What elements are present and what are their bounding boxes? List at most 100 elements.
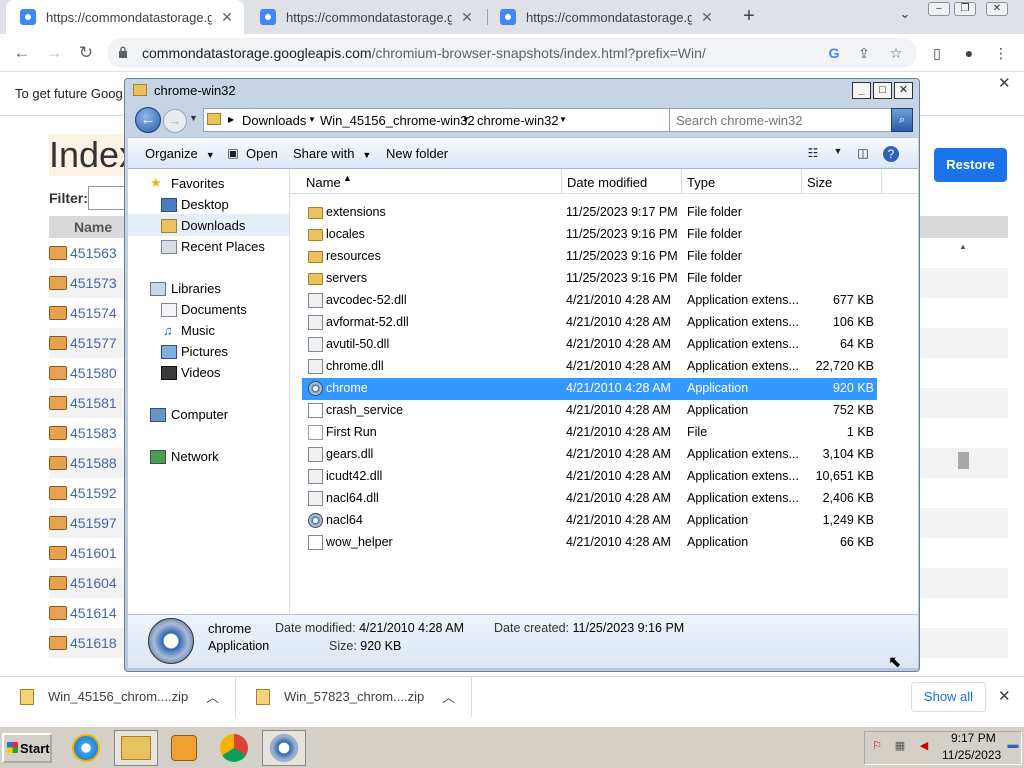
organize-menu[interactable]: Organize ▼ [145, 146, 215, 161]
back-arrow-icon[interactable]: ← [135, 107, 161, 133]
search-box[interactable]: ⌕ [669, 108, 913, 132]
file-row[interactable]: avutil-50.dll 4/21/2010 4:28 AM Applicatio… [302, 334, 877, 356]
chevron-down-icon[interactable]: ▼ [559, 115, 567, 124]
open-button[interactable]: Open [246, 146, 278, 161]
media-player-icon[interactable] [162, 730, 206, 766]
preview-pane-icon[interactable]: ◫ [855, 146, 871, 160]
tab-1[interactable]: https://commondatastorage.goo ✕ [6, 0, 244, 34]
restore-button[interactable]: Restore [934, 148, 1007, 182]
chromium-icon[interactable] [262, 730, 306, 766]
view-options-icon[interactable]: ☷ [805, 146, 821, 160]
column-divider[interactable] [801, 169, 802, 194]
tab-3[interactable]: https://commondatastorage.goo ✕ [486, 0, 724, 34]
nav-documents[interactable]: Documents [181, 302, 247, 317]
side-panel-icon[interactable]: ▯ [926, 42, 948, 64]
reload-icon[interactable]: ↻ [74, 41, 98, 65]
close-icon[interactable]: ✕ [894, 82, 913, 99]
prefix-link[interactable]: 451563 [70, 245, 117, 261]
prefix-link[interactable]: 451614 [70, 605, 117, 621]
prefix-link[interactable]: 451573 [70, 275, 117, 291]
file-row[interactable]: extensions 11/25/2023 9:17 PM File folder [302, 202, 877, 224]
file-row[interactable]: nacl64 4/21/2010 4:28 AM Application 1,249 … [302, 510, 877, 532]
tab-close-icon[interactable]: ✕ [698, 9, 716, 26]
nav-recent-places[interactable]: Recent Places [181, 239, 265, 254]
page-scrollbar[interactable]: ▲ [955, 238, 972, 668]
close-window-icon[interactable]: ✕ [986, 2, 1008, 16]
maximize-icon[interactable]: ❐ [954, 2, 976, 16]
file-row[interactable]: crash_service 4/21/2010 4:28 AM Applicatio… [302, 400, 877, 422]
search-input[interactable] [676, 110, 891, 130]
download-item[interactable]: Win_57823_chrom....zip ︿ [236, 677, 472, 717]
banner-close-icon[interactable]: ✕ [998, 74, 1011, 92]
prefix-link[interactable]: 451580 [70, 365, 117, 381]
nav-pictures[interactable]: Pictures [181, 344, 228, 359]
search-icon[interactable]: ⌕ [891, 108, 913, 132]
prefix-link[interactable]: 451583 [70, 425, 117, 441]
prefix-link[interactable]: 451618 [70, 635, 117, 651]
view-chevron-down-icon[interactable]: ▼ [830, 146, 846, 160]
file-row[interactable]: nacl64.dll 4/21/2010 4:28 AM Application e… [302, 488, 877, 510]
file-row[interactable]: gears.dll 4/21/2010 4:28 AM Application ex… [302, 444, 877, 466]
breadcrumb-item[interactable]: chrome-win32 [477, 113, 559, 128]
profile-avatar-icon[interactable]: ● [958, 42, 980, 64]
nav-videos[interactable]: Videos [181, 365, 221, 380]
minimize-icon[interactable]: _ [852, 82, 871, 99]
nav-favorites[interactable]: Favorites [171, 176, 224, 191]
file-row[interactable]: wow_helper 4/21/2010 4:28 AM Application 66… [302, 532, 877, 554]
scroll-up-icon[interactable]: ▲ [959, 242, 967, 251]
address-bar[interactable]: commondatastorage.googleapis.com/chromiu… [107, 38, 917, 68]
start-button[interactable]: Start [2, 733, 52, 763]
prefix-link[interactable]: 451577 [70, 335, 117, 351]
prefix-link[interactable]: 451604 [70, 575, 117, 591]
nav-computer[interactable]: Computer [171, 407, 228, 422]
file-row[interactable]: icudt42.dll 4/21/2010 4:28 AM Application … [302, 466, 877, 488]
share-with-menu[interactable]: Share with ▼ [293, 146, 371, 161]
volume-muted-icon[interactable]: ◀ [917, 739, 931, 753]
menu-kebab-icon[interactable]: ⋮ [990, 42, 1012, 64]
internet-explorer-icon[interactable] [64, 730, 108, 766]
chevron-right-icon[interactable]: ▶ [228, 115, 234, 124]
file-row[interactable]: locales 11/25/2023 9:16 PM File folder [302, 224, 877, 246]
nav-network[interactable]: Network [171, 449, 219, 464]
column-divider[interactable] [561, 169, 562, 194]
file-row[interactable]: chrome 4/21/2010 4:28 AM Application 920 KB [302, 378, 877, 400]
share-icon[interactable]: ⇪ [855, 44, 873, 62]
file-row[interactable]: avformat-52.dll 4/21/2010 4:28 AM Applicat… [302, 312, 877, 334]
windows-explorer-icon[interactable] [114, 730, 158, 766]
prefix-link[interactable]: 451574 [70, 305, 117, 321]
column-divider[interactable] [881, 169, 882, 194]
close-icon[interactable]: ✕ [998, 687, 1011, 705]
chevron-up-icon[interactable]: ︿ [442, 687, 455, 706]
prefix-link[interactable]: 451592 [70, 485, 117, 501]
clock-date[interactable]: 11/25/2023 [942, 748, 1001, 762]
nav-libraries[interactable]: Libraries [171, 281, 221, 296]
tab-close-icon[interactable]: ✕ [458, 9, 476, 26]
name-column-header[interactable]: Name [49, 216, 129, 238]
clock-time[interactable]: 9:17 PM [951, 731, 996, 745]
recent-pages-chevron-icon[interactable]: ▼ [189, 113, 198, 123]
new-tab-button[interactable]: + [737, 5, 761, 29]
column-date-modified[interactable]: Date modified [567, 175, 647, 190]
show-desktop-icon[interactable]: ▬ [1006, 739, 1020, 753]
nav-desktop[interactable]: Desktop [181, 197, 229, 212]
forward-arrow-icon[interactable]: → [42, 41, 66, 65]
bookmark-star-icon[interactable]: ☆ [887, 44, 905, 62]
breadcrumb-item[interactable]: Win_45156_chrome-win32 [320, 113, 475, 128]
column-name[interactable]: Name [306, 175, 341, 190]
breadcrumb-item[interactable]: Downloads [242, 113, 306, 128]
filter-input[interactable] [88, 186, 128, 210]
column-divider[interactable] [681, 169, 682, 194]
tab-2[interactable]: https://commondatastorage.goo ✕ [246, 0, 484, 34]
maximize-icon[interactable]: □ [873, 82, 892, 99]
prefix-link[interactable]: 451581 [70, 395, 117, 411]
show-all-button[interactable]: Show all [911, 682, 986, 712]
nav-downloads[interactable]: Downloads [181, 218, 245, 233]
forward-arrow-icon[interactable]: → [163, 109, 187, 133]
tab-close-icon[interactable]: ✕ [218, 9, 236, 26]
chevron-down-icon[interactable]: ▼ [308, 115, 316, 124]
help-icon[interactable]: ? [883, 146, 899, 162]
action-center-icon[interactable]: ⚐ [870, 739, 884, 753]
file-row[interactable]: avcodec-52.dll 4/21/2010 4:28 AM Applicati… [302, 290, 877, 312]
file-row[interactable]: chrome.dll 4/21/2010 4:28 AM Application e… [302, 356, 877, 378]
column-size[interactable]: Size [807, 175, 832, 190]
